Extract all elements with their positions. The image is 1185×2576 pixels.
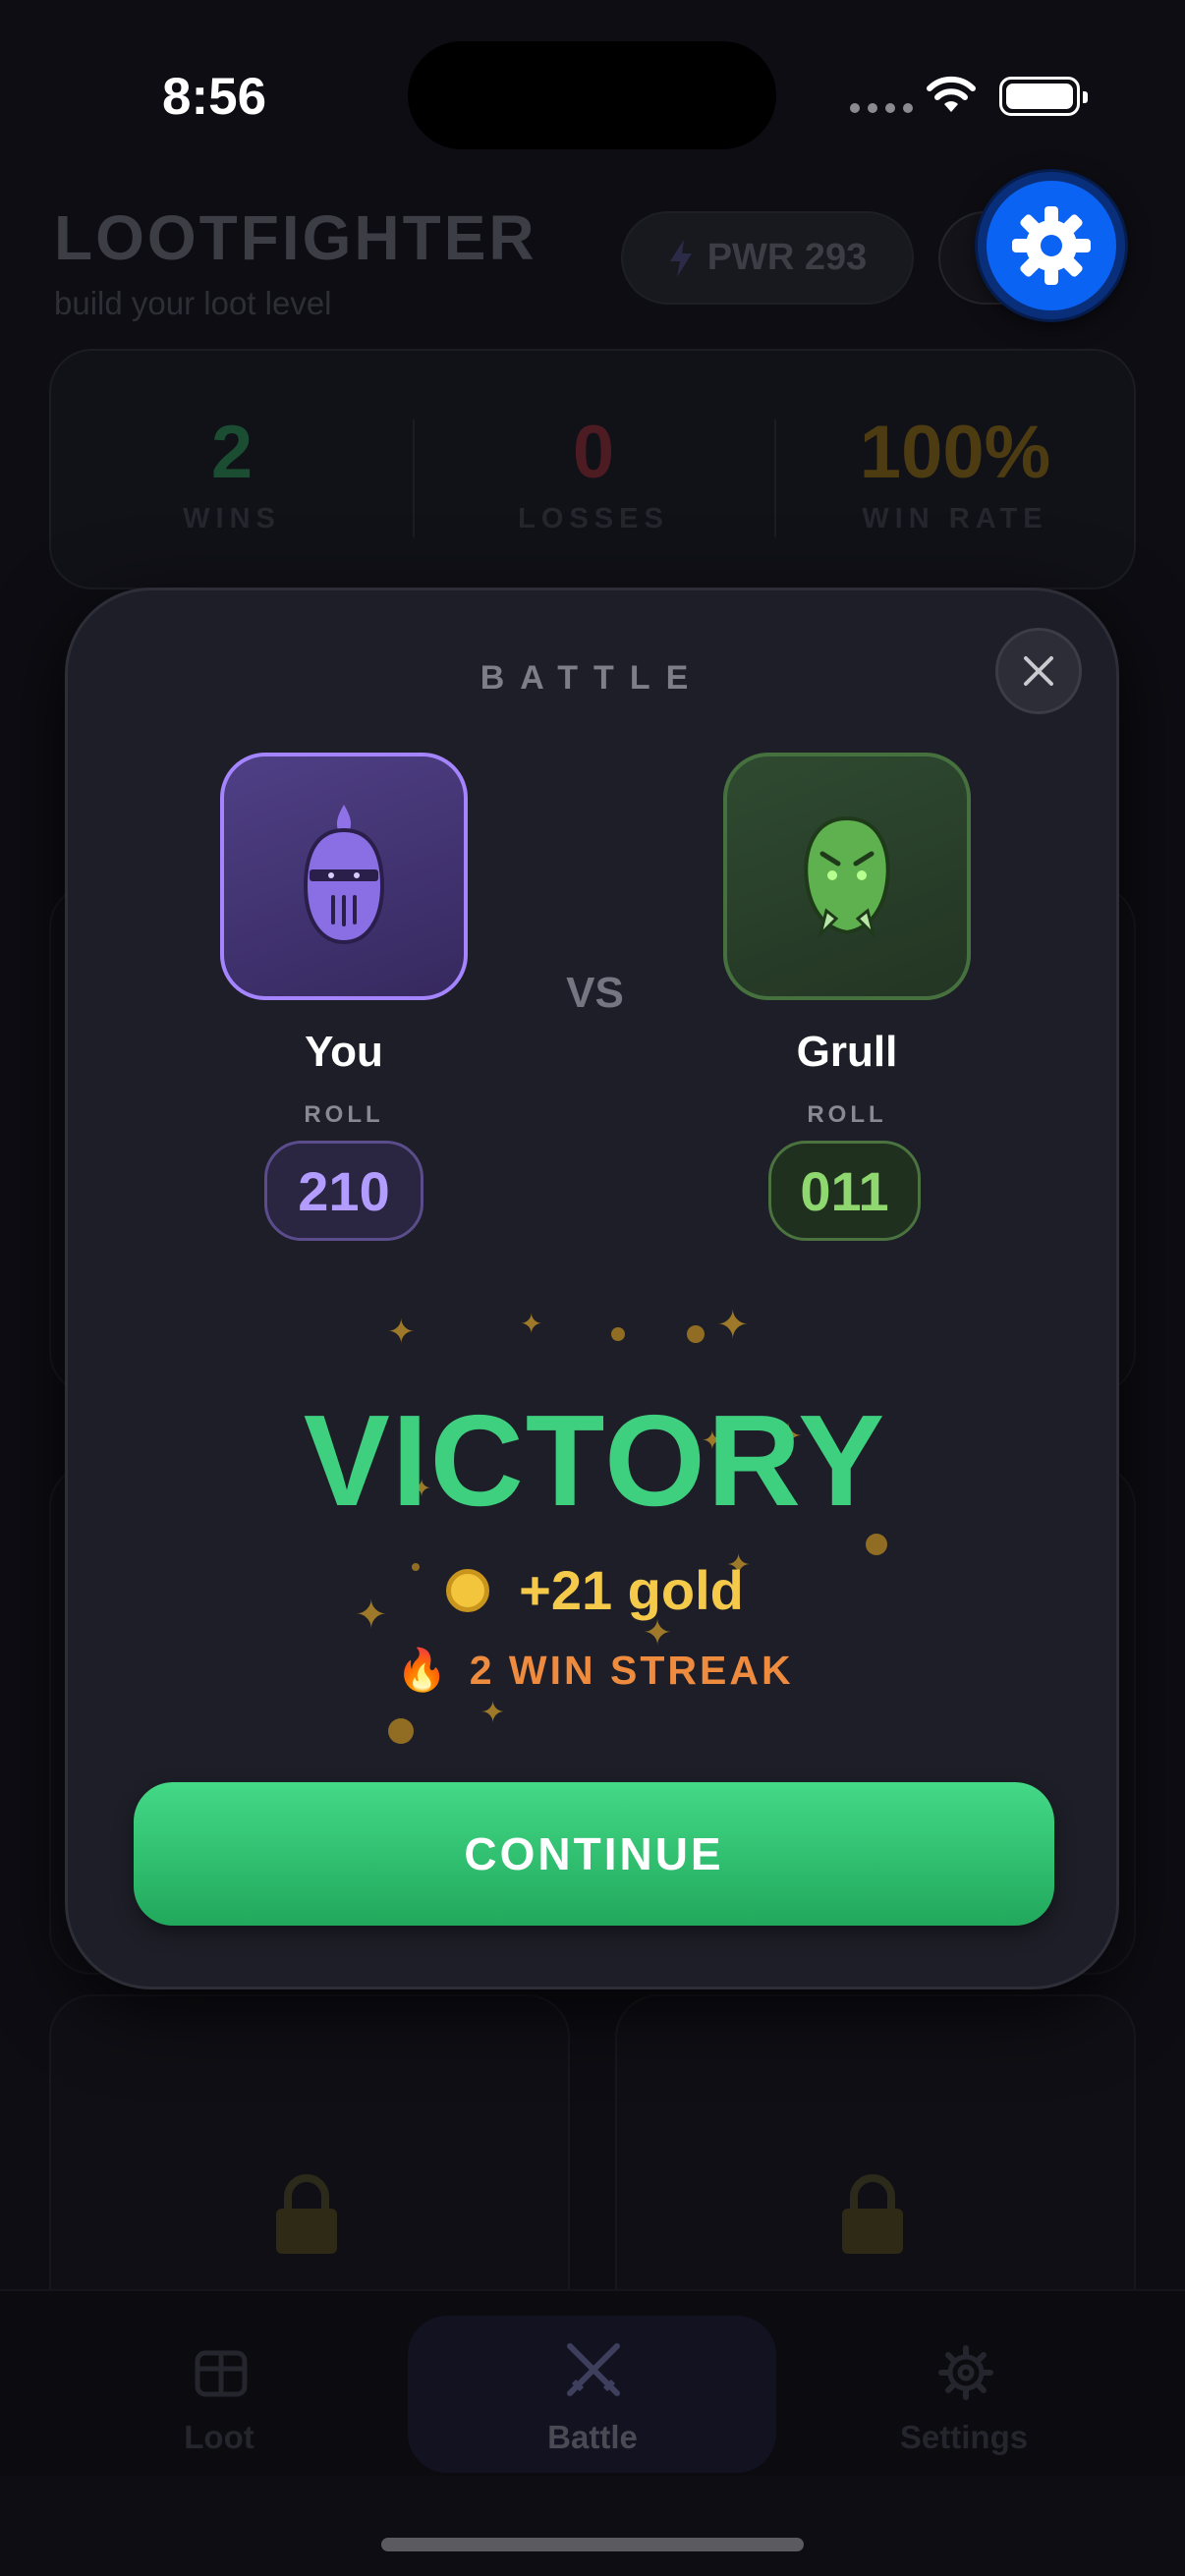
close-icon: [1024, 656, 1053, 686]
enemy-avatar: [723, 753, 971, 1000]
goblin-head-icon: [804, 815, 890, 939]
enemy-name: Grull: [796, 1028, 898, 1076]
home-indicator: [381, 2538, 804, 2551]
gold-reward-text: +21 gold: [519, 1559, 744, 1621]
stats-card: 2 WINS 0 LOSSES 100% WIN RATE: [49, 349, 1136, 589]
sparkle-icon: ✦: [387, 1314, 416, 1351]
tab-loot[interactable]: Loot: [22, 2291, 417, 2478]
signal-icon: [850, 103, 913, 113]
tab-settings[interactable]: Settings: [766, 2291, 1161, 2478]
sparkle-icon: ✦: [716, 1304, 750, 1347]
victory-banner: VICTORY: [303, 1388, 887, 1533]
dynamic-island: [408, 41, 776, 149]
sparkle-dot: [611, 1327, 625, 1341]
power-chip: PWR 293: [621, 211, 914, 305]
tab-label: Settings: [899, 2419, 1029, 2455]
enemy-roll-label: ROLL: [807, 1101, 887, 1128]
tab-label: Loot: [184, 2419, 254, 2455]
power-label: PWR 293: [706, 237, 868, 278]
sparkle-icon: ✦: [520, 1309, 543, 1339]
stat-label: WINS: [183, 503, 281, 534]
player-name: You: [305, 1028, 383, 1076]
app-title: LOOTFIGHTER: [54, 202, 537, 273]
stat-label: LOSSES: [518, 503, 669, 534]
stat-losses: 0 LOSSES: [413, 410, 774, 535]
wifi-icon: [927, 76, 976, 112]
stat-wins: 2 WINS: [51, 410, 413, 535]
coin-icon: [446, 1568, 490, 1612]
player-avatar: [220, 753, 468, 1000]
stat-value: 100%: [859, 411, 1051, 494]
modal-title: BATTLE: [480, 659, 705, 697]
battle-modal: BATTLE VS You Grull ROLL ROLL 210 011 ✦ …: [65, 588, 1119, 1989]
status-time: 8:56: [162, 68, 267, 126]
knight-helmet-icon: [303, 805, 385, 945]
close-button[interactable]: [995, 628, 1082, 714]
fire-icon: 🔥: [396, 1647, 448, 1693]
stat-value: 0: [572, 411, 615, 494]
gold-reward: +21 gold: [68, 1558, 1122, 1622]
stat-label: WIN RATE: [862, 503, 1048, 534]
continue-button[interactable]: CONTINUE: [134, 1782, 1054, 1926]
tab-battle[interactable]: Battle: [395, 2291, 790, 2478]
gear-icon: [938, 2345, 993, 2400]
lightning-icon: [669, 239, 692, 277]
sparkle-icon: ✦: [480, 1697, 506, 1729]
lock-icon: [276, 2174, 337, 2254]
sparkle-dot: [866, 1534, 887, 1555]
player-roll-value: 210: [264, 1141, 423, 1241]
tab-bar: Loot Battle Settings: [0, 2289, 1185, 2476]
settings-fab-button[interactable]: [978, 172, 1125, 319]
player-roll-label: ROLL: [304, 1101, 384, 1128]
stat-win-rate: 100% WIN RATE: [774, 410, 1136, 535]
win-streak: 🔥 2 WIN STREAK: [68, 1647, 1122, 1695]
app-subtitle: build your loot level: [54, 285, 332, 321]
sparkle-dot: [388, 1718, 414, 1744]
crossed-swords-icon: [567, 2343, 620, 2396]
enemy-roll-value: 011: [768, 1141, 921, 1241]
stat-value: 2: [210, 411, 254, 494]
win-streak-text: 2 WIN STREAK: [469, 1648, 794, 1693]
lock-icon: [842, 2174, 903, 2254]
battery-icon: [999, 77, 1088, 116]
sparkle-dot: [687, 1325, 705, 1343]
gear-icon: [1012, 206, 1091, 285]
box-icon: [195, 2350, 248, 2397]
tab-label: Battle: [547, 2419, 638, 2455]
